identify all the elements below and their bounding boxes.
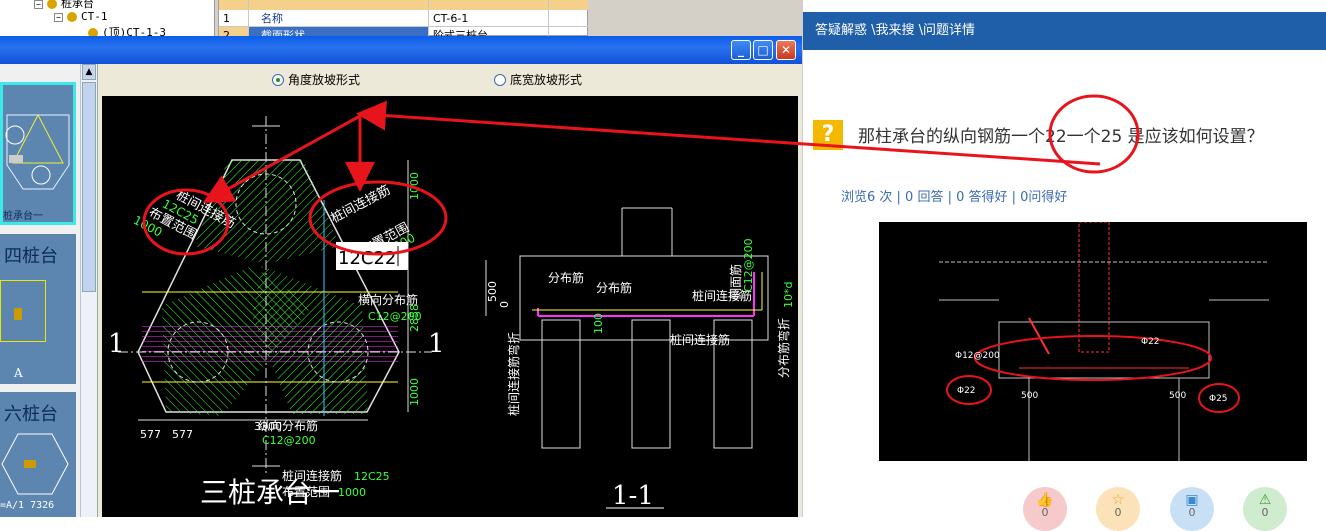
maximize-button[interactable]: □ bbox=[753, 40, 773, 60]
section-dim-500: 500 bbox=[486, 281, 499, 302]
save-button[interactable]: ▣ 0 bbox=[1170, 487, 1214, 531]
section-mark-right: 1 bbox=[428, 329, 445, 359]
cad-drawing-canvas[interactable]: 1 1 桩间连接筋 12C25 布置范围 1000 桩间连接筋 布置范围 100… bbox=[102, 96, 798, 517]
dim-3300: 3300 bbox=[254, 420, 282, 433]
question-title: 那柱承台的纵向钢筋一个22一个25 是应该如何设置？ bbox=[858, 127, 1264, 147]
image-right-mark: Φ25 bbox=[1209, 394, 1228, 404]
dim-1000-top: 1000 bbox=[408, 172, 421, 200]
rebar-input-value[interactable]: 12C22 bbox=[338, 248, 396, 269]
dim-2858: 2858 bbox=[408, 304, 421, 332]
scroll-up-icon[interactable]: ▲ bbox=[82, 64, 96, 80]
dim-1000-bottom: 1000 bbox=[408, 378, 421, 406]
question-attachment-image[interactable]: Φ22 Φ25 Φ22 Φ12@200 500 500 bbox=[879, 222, 1307, 461]
favorite-count: 0 bbox=[1114, 506, 1122, 519]
qa-detail-pane: 答疑解惑 \我来搜 \问题详情 ? 那柱承台的纵向钢筋一个22一个25 是应该如… bbox=[802, 0, 1326, 531]
thumbnail-scrollbar[interactable]: ▲ bbox=[80, 64, 97, 517]
section-mark-left: 1 bbox=[108, 329, 125, 359]
bottom-connection-spec: 12C25 bbox=[354, 470, 390, 483]
image-mid-mark: Φ22 bbox=[1141, 337, 1160, 347]
table-row[interactable]: 1 名称 CT-6-1 bbox=[219, 10, 589, 27]
image-right-dim: 500 bbox=[1169, 391, 1186, 401]
header-strip bbox=[803, 0, 1326, 12]
cap-type-thumbnail-list: 桩承台一 四桩台 A 六桩台 =A/1 7326 ▲ bbox=[0, 64, 98, 517]
section-side-label: 侧面筋 bbox=[728, 264, 743, 300]
section-dim-100: 100 bbox=[592, 313, 605, 334]
breadcrumb[interactable]: 答疑解惑 \我来搜 \问题详情 bbox=[803, 12, 1326, 50]
collapse-toggle-icon[interactable]: − bbox=[34, 0, 43, 9]
like-button[interactable]: 👍 0 bbox=[1023, 487, 1067, 531]
component-tree: − 桩承台 − CT-1 (顶)CT-1-3 bbox=[0, 0, 215, 39]
section-bend-right: 分布筋弯折 bbox=[776, 318, 791, 378]
section-dist-label-2: 分布筋 bbox=[596, 280, 632, 295]
like-count: 0 bbox=[1041, 506, 1049, 519]
plan-title: 三桩承台一 bbox=[200, 476, 340, 509]
dim-577-b: 577 bbox=[172, 428, 193, 441]
question-icon: ? bbox=[813, 120, 843, 150]
image-left-dim: 500 bbox=[1021, 391, 1038, 401]
section-conn-label-2: 桩间连接筋 bbox=[670, 332, 730, 347]
favorite-button[interactable]: ☆ 0 bbox=[1096, 487, 1140, 531]
save-count: 0 bbox=[1188, 506, 1196, 519]
question-stats[interactable]: 浏览6 次 | 0 回答 | 0 答得好 | 0问得好 bbox=[841, 186, 1067, 205]
section-title: 1-1 bbox=[612, 481, 654, 511]
property-grid: 1 名称 CT-6-1 2 截面形状 阶式三桩台 bbox=[218, 0, 589, 44]
longitudinal-dist-spec: C12@200 bbox=[262, 434, 316, 447]
panel-background bbox=[588, 0, 802, 36]
dialog-titlebar[interactable]: _ □ ✕ bbox=[0, 36, 802, 64]
collapse-toggle-icon[interactable]: − bbox=[54, 12, 63, 22]
radio-unchecked-icon[interactable] bbox=[494, 73, 506, 86]
cap-plan-and-section-drawing: 1 1 桩间连接筋 12C25 布置范围 1000 桩间连接筋 布置范围 100… bbox=[108, 116, 795, 511]
thumbnail-three-pile-cap[interactable]: 桩承台一 bbox=[0, 82, 76, 225]
minimize-button[interactable]: _ bbox=[731, 40, 751, 60]
section-bend-left: 桩间连接筋弯折 bbox=[506, 332, 521, 416]
radio-checked-icon[interactable] bbox=[272, 73, 284, 86]
tree-node-label: 桩承台 bbox=[61, 0, 94, 10]
three-pile-cap-thumb-graphic bbox=[5, 113, 70, 190]
section-dist-label-1: 分布筋 bbox=[548, 270, 584, 285]
cap-parameter-dialog: _ □ ✕ 桩承台一 四桩台 A 六桩台 =A/1 7326 ▲ 角度放坡形式 … bbox=[0, 36, 802, 517]
component-icon bbox=[67, 12, 77, 22]
grid-header-row bbox=[219, 0, 589, 10]
component-icon bbox=[47, 0, 57, 9]
cad-application: −桩承台 −CT-1 (顶)CT-1-3 1 名称 CT-6-1 2 截面形状 … bbox=[0, 0, 802, 517]
tree-node-label: CT-1 bbox=[81, 10, 108, 23]
tree-node-ct1[interactable]: − CT-1 bbox=[54, 10, 108, 23]
image-left-mark: Φ22 bbox=[957, 386, 976, 396]
thumbnail-four-pile-cap[interactable]: 四桩台 A bbox=[0, 234, 76, 384]
bottom-range-value: 1000 bbox=[338, 486, 366, 499]
report-count: 0 bbox=[1261, 506, 1269, 519]
report-button[interactable]: ⚠ 0 bbox=[1243, 487, 1287, 531]
attached-section-drawing: Φ22 Φ25 Φ22 Φ12@200 500 500 bbox=[939, 222, 1269, 461]
slope-mode-options: 角度放坡形式 底宽放坡形式 bbox=[100, 64, 800, 92]
scroll-thumb[interactable] bbox=[82, 82, 96, 292]
close-button[interactable]: ✕ bbox=[776, 40, 796, 60]
radio-angle-slope[interactable]: 角度放坡形式 bbox=[272, 71, 360, 88]
radio-width-slope[interactable]: 底宽放坡形式 bbox=[494, 71, 582, 88]
section-dim-0: 0 bbox=[498, 301, 511, 308]
dim-577-a: 577 bbox=[140, 428, 161, 441]
section-dim-10d: 10*d bbox=[782, 282, 795, 308]
thumbnail-six-pile-cap[interactable]: 六桩台 =A/1 7326 bbox=[0, 392, 76, 517]
right-connection-label: 桩间连接筋 bbox=[328, 182, 393, 227]
image-dist-label: Φ12@200 bbox=[955, 351, 1000, 361]
section-side-spec: C12@200 bbox=[742, 238, 755, 292]
